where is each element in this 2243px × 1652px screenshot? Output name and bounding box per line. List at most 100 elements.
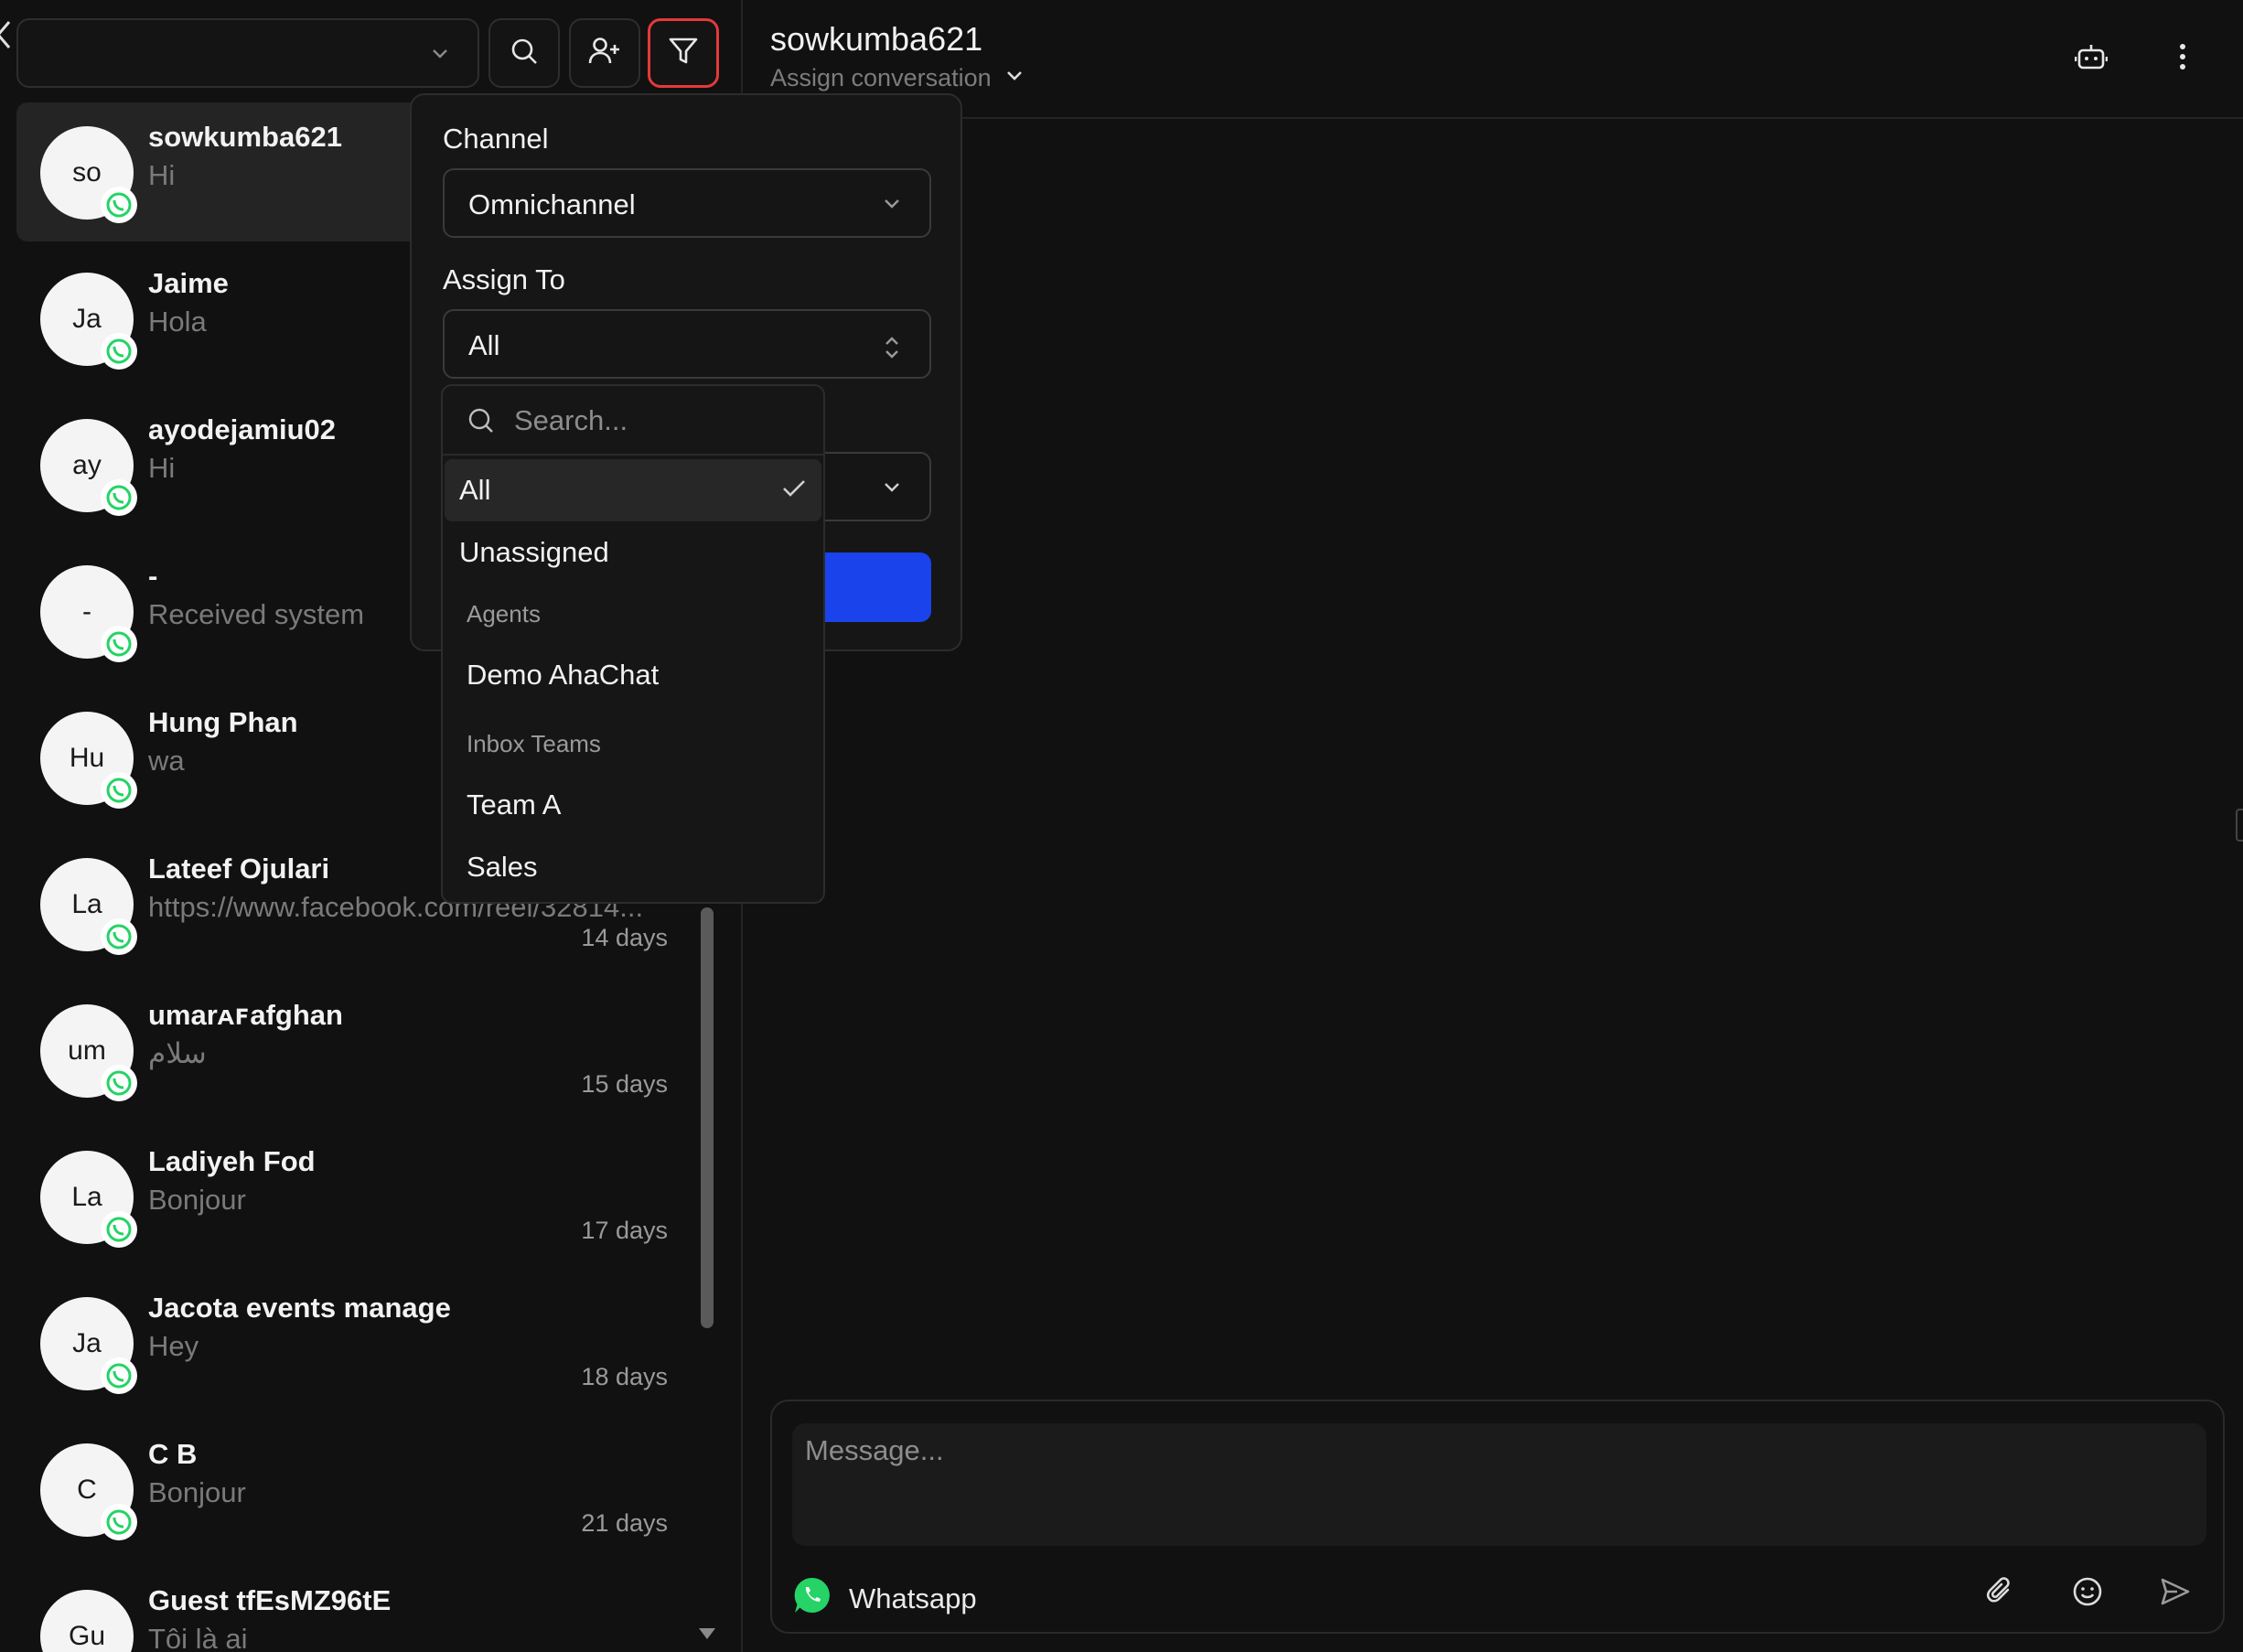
avatar-initials: La: [71, 1182, 102, 1212]
chevron-down-icon: [882, 477, 902, 502]
more-vertical-icon: [2178, 43, 2187, 75]
conversation-item[interactable]: Gu Guest tfEsMZ96tE Tôi là ai: [16, 1566, 695, 1652]
conversation-name: Lateef Ojulari: [148, 853, 330, 885]
avatar-initials: ay: [72, 450, 102, 480]
conversation-preview: Hi: [148, 159, 176, 191]
chevron-down-icon: [882, 194, 902, 219]
conversation-item[interactable]: um umarᴀꜰafghan سلام 15 days: [16, 981, 695, 1120]
option-team[interactable]: Sales: [445, 836, 821, 898]
add-contact-button[interactable]: [569, 18, 640, 88]
conversation-time: 18 days: [581, 1363, 668, 1390]
whatsapp-icon: [101, 1065, 137, 1101]
avatar-initials: -: [82, 596, 91, 627]
send-icon: [2159, 1575, 2192, 1613]
emoji-button[interactable]: [2066, 1572, 2109, 1615]
conversation-name: -: [148, 560, 158, 592]
avatar-initials: so: [72, 157, 102, 188]
agents-group-label: Agents: [467, 600, 541, 628]
option-label: Demo AhaChat: [467, 659, 660, 691]
conversation-preview: Bonjour: [148, 1184, 246, 1216]
conversation-preview: Hey: [148, 1330, 199, 1362]
whatsapp-icon: [101, 1211, 137, 1248]
channel-select-value: Omnichannel: [468, 188, 636, 220]
sidebar-toolbar: [0, 0, 743, 102]
whatsapp-icon: [101, 1357, 137, 1394]
more-options-button[interactable]: [2163, 38, 2203, 79]
conversation-time: 14 days: [581, 924, 668, 951]
inbox-teams-group-label: Inbox Teams: [467, 730, 601, 757]
avatar-initials: Gu: [68, 1621, 106, 1651]
conversation-preview: سلام: [148, 1037, 207, 1069]
message-composer: Message... Whatsapp: [770, 1400, 2225, 1634]
assign-to-label: Assign To: [443, 263, 565, 295]
assign-conversation-button[interactable]: Assign conversation: [770, 64, 1025, 92]
attach-button[interactable]: [1978, 1572, 2022, 1615]
avatar-initials: Ja: [72, 1328, 102, 1358]
conversation-item[interactable]: C C B Bonjour 21 days: [16, 1420, 695, 1559]
avatar-initials: C: [77, 1475, 97, 1505]
option-unassigned[interactable]: Unassigned: [445, 521, 821, 584]
scroll-down-arrow-icon[interactable]: [699, 1628, 715, 1639]
back-chevron-icon[interactable]: [0, 18, 15, 51]
conversation-item[interactable]: Ja Jacota events manage Hey 18 days: [16, 1273, 695, 1412]
user-plus-icon: [588, 36, 621, 71]
conversation-name: Jaime: [148, 267, 229, 299]
channel-select[interactable]: Omnichannel: [443, 168, 931, 238]
bot-button[interactable]: [2071, 38, 2111, 79]
scrollbar-thumb[interactable]: [701, 907, 714, 1328]
avatar-initials: Hu: [69, 743, 105, 773]
inbox-select[interactable]: [16, 18, 479, 88]
assign-to-select[interactable]: All: [443, 309, 931, 379]
conversation-time: 17 days: [581, 1217, 668, 1244]
whatsapp-icon: [101, 187, 137, 223]
conversation-time: 21 days: [581, 1509, 668, 1537]
assign-search-input[interactable]: Search...: [443, 386, 823, 456]
option-label: Team A: [467, 788, 562, 821]
conversation-preview: Bonjour: [148, 1476, 246, 1508]
bot-icon: [2074, 41, 2109, 77]
assign-search-placeholder: Search...: [514, 404, 628, 436]
paperclip-icon: [1983, 1575, 2016, 1613]
channel-filter-label: Channel: [443, 123, 549, 155]
chevrons-up-down-icon: [882, 335, 902, 365]
option-all[interactable]: All: [445, 459, 821, 521]
message-input[interactable]: Message...: [792, 1423, 2206, 1546]
side-panel-handle[interactable]: [2236, 809, 2243, 842]
avatar-initials: um: [68, 1035, 106, 1066]
chevron-down-icon: [1004, 64, 1025, 92]
conversation-name: ayodejamiu02: [148, 413, 337, 445]
chevron-down-icon: [430, 44, 450, 69]
option-team[interactable]: Team A: [445, 774, 821, 836]
conversation-preview: Received system: [148, 598, 365, 630]
assign-to-value: All: [468, 329, 500, 361]
conversation-name: sowkumba621: [148, 121, 342, 153]
conversation-name: Jacota events manage: [148, 1292, 451, 1324]
conversation-name: Guest tfEsMZ96tE: [148, 1584, 392, 1616]
option-label: Unassigned: [459, 536, 609, 568]
conversation-item[interactable]: La Ladiyeh Fod Bonjour 17 days: [16, 1127, 695, 1266]
channel-name: Whatsapp: [849, 1582, 977, 1614]
conversation-header: sowkumba621 Assign conversation: [745, 0, 2243, 119]
whatsapp-icon: [101, 1504, 137, 1540]
smile-icon: [2071, 1575, 2104, 1613]
filter-icon: [668, 36, 699, 71]
contact-name: sowkumba621: [770, 20, 983, 58]
assign-to-dropdown: Search... All Unassigned Agents Demo Aha…: [441, 384, 825, 904]
option-label: Sales: [467, 851, 538, 883]
check-icon: [781, 477, 807, 504]
conversation-preview: Hola: [148, 306, 207, 338]
conversation-preview: wa: [148, 745, 185, 777]
avatar-initials: La: [71, 889, 102, 919]
option-agent[interactable]: Demo AhaChat: [445, 644, 821, 706]
conversation-name: C B: [148, 1438, 198, 1470]
conversation-preview: Hi: [148, 452, 176, 484]
whatsapp-icon: [101, 918, 137, 955]
search-button[interactable]: [488, 18, 560, 88]
option-label: All: [459, 474, 491, 506]
filter-button[interactable]: [648, 18, 719, 88]
whatsapp-icon: [101, 333, 137, 370]
whatsapp-icon: [101, 772, 137, 809]
assign-conversation-label: Assign conversation: [770, 64, 992, 91]
send-button[interactable]: [2153, 1572, 2197, 1615]
channel-indicator[interactable]: Whatsapp: [792, 1575, 977, 1623]
